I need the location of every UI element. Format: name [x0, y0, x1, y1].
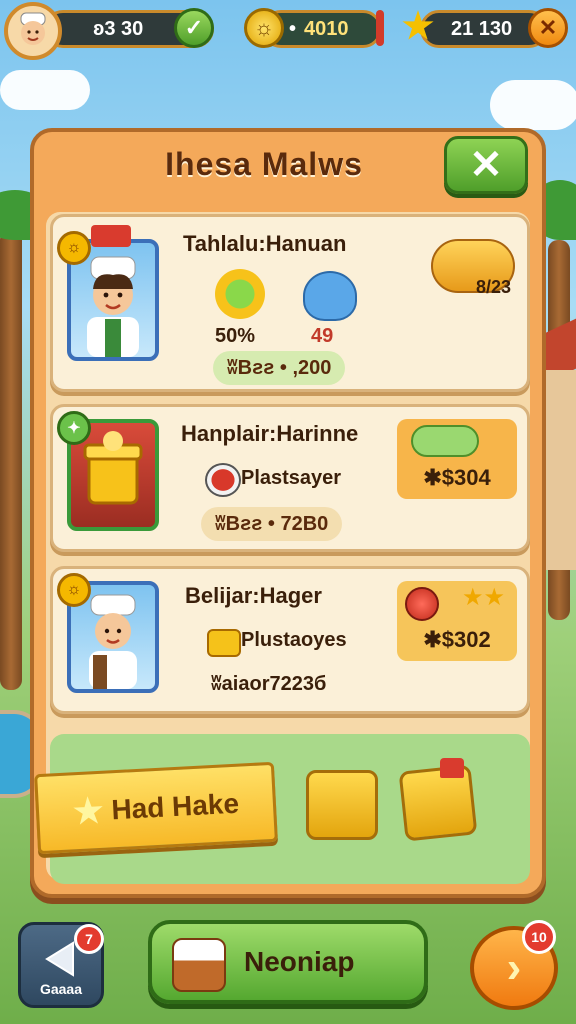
- cloud: [0, 70, 90, 110]
- vegetable-icon: [411, 425, 479, 457]
- envelope-chest[interactable]: [398, 764, 478, 842]
- offer-subtitle: Plustaoyes: [241, 629, 347, 651]
- main-action-button[interactable]: Neoniap: [148, 920, 428, 1004]
- player-value: ʚ3 30: [93, 17, 144, 40]
- gold-value: 4010: [304, 17, 349, 40]
- stat-left: 50%: [215, 325, 256, 347]
- close-button[interactable]: ✕: [444, 136, 528, 194]
- leaf-badge: ✦: [57, 411, 91, 445]
- meat-dish-icon: [205, 463, 241, 497]
- close-hud-icon[interactable]: ✕: [528, 8, 568, 48]
- gold-add-marker[interactable]: [376, 10, 384, 46]
- offer-price[interactable]: ʬBƨƨ • 72B0: [201, 507, 343, 541]
- stars-icon: ★★: [461, 584, 505, 611]
- offer-subtitle: Plastsayer: [241, 467, 342, 489]
- offer-price[interactable]: ʬBƨƨ • ,200: [213, 351, 346, 385]
- ribbon-tag: [91, 225, 131, 247]
- star-icon: ★: [401, 5, 435, 46]
- confirm-check-icon[interactable]: ✓: [174, 8, 214, 48]
- offer-reward: ✱$302: [423, 627, 491, 652]
- chevron-right-icon: ›: [506, 943, 522, 992]
- reward-box[interactable]: ✱$304: [397, 419, 517, 499]
- panel-title: Ihesa Malws: [165, 146, 363, 182]
- gold-prefix: •: [289, 17, 297, 40]
- gold-coin-icon: ☼: [244, 8, 284, 48]
- sun-fruit-icon: [215, 269, 265, 319]
- red-cap-icon: [440, 758, 464, 778]
- offer-card-1[interactable]: ☼ Tahlalu:Hanuan 50% 49 ʬBƨƨ • ,200 8/23: [50, 214, 530, 392]
- coin-badge: ☼: [57, 231, 91, 265]
- butter-icon: [207, 629, 241, 657]
- cloud: [490, 80, 576, 130]
- offer-title: Belijar:Hager: [185, 583, 322, 608]
- offer-reward: 8/23: [475, 277, 511, 297]
- banner-label: Had Hake: [110, 787, 240, 826]
- back-notification-badge: 7: [74, 924, 104, 954]
- close-icon: ✕: [469, 143, 503, 187]
- back-label: Gaaaa: [39, 981, 83, 997]
- coin-badge: ☼: [57, 573, 91, 607]
- next-notification-badge: 10: [522, 920, 556, 954]
- offer-title: Hanplair:Harinne: [181, 421, 359, 446]
- offer-card-3[interactable]: ☼ Belijar:Hager Plustaoyes ʬaiaor7223б ★…: [50, 566, 530, 714]
- palm-tree-trunk: [0, 230, 22, 690]
- stars-value: 21 130: [451, 17, 513, 40]
- reward-box[interactable]: ★★ ✱$302: [397, 581, 517, 661]
- star-wand-icon: ★: [72, 791, 105, 832]
- offer-card-2[interactable]: ✦ Hanplair:Harinne Plastsayer ʬBƨƨ • 72B…: [50, 404, 530, 552]
- offer-title: Tahlalu:Hanuan: [183, 231, 347, 256]
- blue-creature-icon: [303, 271, 357, 321]
- offer-price[interactable]: ʬaiaor7223б: [211, 673, 326, 696]
- chef-face-icon: [20, 12, 46, 45]
- box-icon: [172, 938, 226, 992]
- special-offer-banner[interactable]: ★ Had Hake: [34, 761, 278, 855]
- player-avatar[interactable]: [4, 2, 62, 60]
- offer-reward: ✱$304: [423, 465, 491, 490]
- stat-right: 49: [311, 325, 334, 347]
- gold-chest[interactable]: [306, 770, 378, 840]
- main-action-label: Neoniap: [244, 946, 355, 977]
- red-token-icon: [405, 587, 439, 621]
